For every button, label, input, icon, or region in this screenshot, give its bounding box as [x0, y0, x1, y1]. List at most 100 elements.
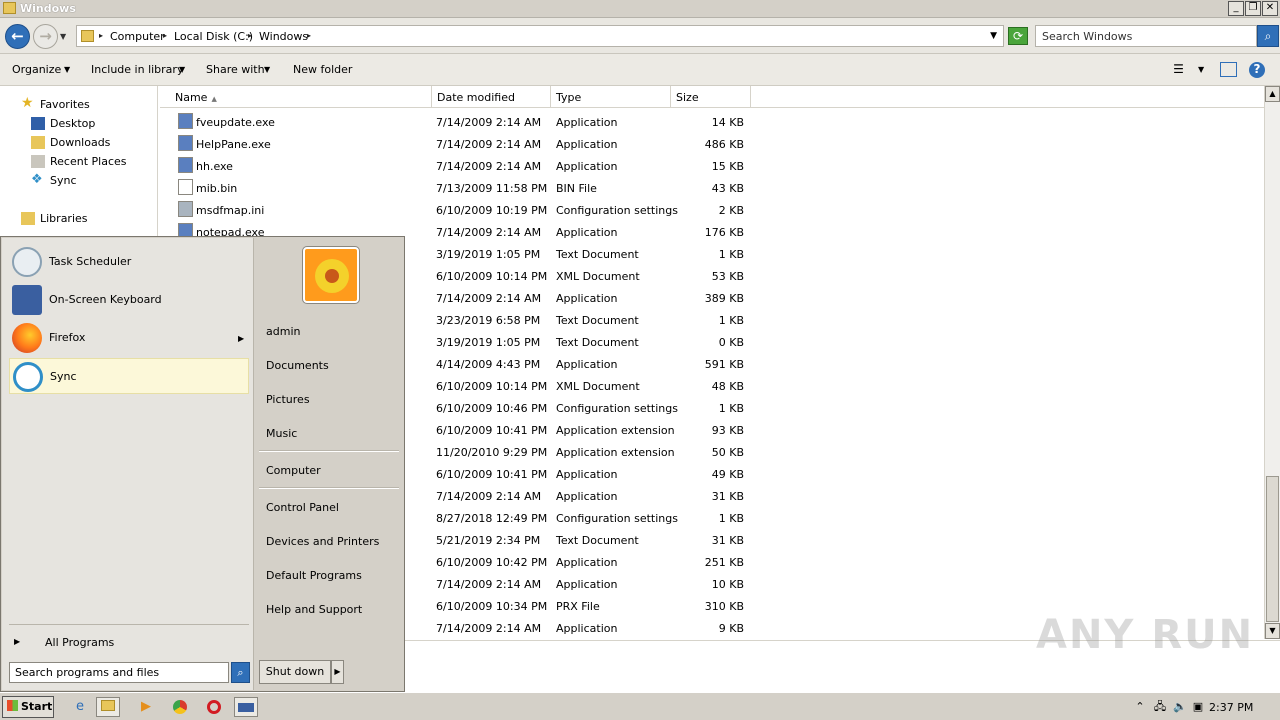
column-type[interactable]: Type: [551, 86, 671, 108]
window-title: Windows: [20, 2, 76, 15]
taskbar: Start e ▶ ⌃ 🖧 🔈 ▣ 2:37 PM: [0, 692, 1280, 720]
nav-libraries[interactable]: Libraries: [40, 212, 88, 225]
nav-downloads[interactable]: Downloads: [50, 136, 110, 149]
file-type: Text Document: [556, 314, 639, 327]
shutdown-options-icon[interactable]: ▶: [331, 660, 344, 684]
address-path[interactable]: ▸ Computer ▸ Local Disk (C:) ▸ Windows ▸…: [76, 25, 1004, 47]
scroll-up-icon[interactable]: ▲: [1265, 86, 1280, 102]
close-button[interactable]: ✕: [1262, 1, 1278, 16]
program-task-scheduler[interactable]: Task Scheduler: [9, 244, 249, 280]
submenu-arrow-icon[interactable]: ▶: [238, 334, 244, 343]
file-row[interactable]: msdfmap.ini 6/10/2009 10:19 PM Configurati…: [160, 198, 760, 220]
chrome-logo: [173, 699, 187, 714]
shutdown-button[interactable]: Shut down: [259, 660, 331, 684]
show-hidden-icons-icon[interactable]: ⌃: [1132, 699, 1148, 715]
file-row[interactable]: hh.exe 7/14/2009 2:14 AM Application 15 KB: [160, 154, 760, 176]
scroll-thumb[interactable]: [1266, 476, 1279, 622]
internet-explorer-icon[interactable]: e: [68, 697, 92, 717]
column-date-label: Date modified: [437, 91, 515, 104]
scroll-down-icon[interactable]: ▼: [1265, 623, 1280, 639]
file-date: 6/10/2009 10:41 PM: [436, 468, 548, 481]
menu-item-music[interactable]: Music: [266, 427, 297, 440]
file-size: 486 KB: [704, 138, 744, 151]
file-row[interactable]: fveupdate.exe 7/14/2009 2:14 AM Applicatio…: [160, 110, 760, 132]
new-folder-button[interactable]: New folder: [293, 63, 352, 76]
clock-icon: [12, 247, 42, 277]
share-with-button[interactable]: Share with: [206, 63, 265, 76]
search-input[interactable]: Search Windows: [1035, 25, 1257, 47]
program-on-screen-keyboard[interactable]: On-Screen Keyboard: [9, 282, 249, 318]
on-screen-keyboard-taskbar-icon[interactable]: [234, 697, 258, 717]
organize-button[interactable]: Organize: [12, 63, 61, 76]
menu-item-pictures[interactable]: Pictures: [266, 393, 310, 406]
chevron-down-icon[interactable]: ▼: [990, 31, 997, 41]
file-type: Application: [556, 556, 618, 569]
forward-button[interactable]: →: [33, 24, 58, 49]
view-options-icon[interactable]: ☰: [1170, 62, 1187, 77]
file-date: 6/10/2009 10:14 PM: [436, 270, 548, 283]
menu-item-help-support[interactable]: Help and Support: [266, 603, 362, 616]
program-firefox[interactable]: Firefox: [9, 320, 249, 356]
preview-pane-icon[interactable]: [1220, 62, 1237, 77]
menu-item-computer[interactable]: Computer: [266, 464, 321, 477]
file-row[interactable]: HelpPane.exe 7/14/2009 2:14 AM Application…: [160, 132, 760, 154]
file-size: 49 KB: [711, 468, 744, 481]
file-row[interactable]: mib.bin 7/13/2009 11:58 PM BIN File 43 KB: [160, 176, 760, 198]
explorer-taskbar-icon[interactable]: [96, 697, 120, 717]
menu-item-control-panel[interactable]: Control Panel: [266, 501, 339, 514]
media-player-icon[interactable]: ▶: [134, 697, 158, 717]
nav-sync[interactable]: Sync: [50, 174, 77, 187]
column-date-modified[interactable]: Date modified: [432, 86, 551, 108]
breadcrumb-computer[interactable]: Computer: [110, 30, 165, 43]
file-name: msdfmap.ini: [196, 204, 265, 217]
help-icon[interactable]: ?: [1249, 62, 1265, 78]
nav-recent-places[interactable]: Recent Places: [50, 155, 127, 168]
restore-button[interactable]: ❐: [1245, 1, 1261, 16]
chrome-icon[interactable]: [168, 697, 192, 717]
menu-item-documents[interactable]: Documents: [266, 359, 329, 372]
notification-icon[interactable]: ▣: [1190, 699, 1206, 715]
libraries-icon: [21, 212, 35, 225]
breadcrumb-arrow-icon[interactable]: ▸: [99, 31, 103, 40]
clock[interactable]: 2:37 PM: [1209, 701, 1253, 714]
breadcrumb-local-disk[interactable]: Local Disk (C:): [174, 30, 253, 43]
file-type: Application: [556, 160, 618, 173]
breadcrumb-windows[interactable]: Windows: [259, 30, 308, 43]
minimize-button[interactable]: _: [1228, 1, 1244, 16]
breadcrumb-arrow-icon[interactable]: ▸: [163, 31, 167, 40]
breadcrumb-arrow-icon[interactable]: ▸: [307, 31, 311, 40]
network-icon[interactable]: 🖧: [1152, 699, 1168, 715]
refresh-icon[interactable]: ⟳: [1008, 27, 1028, 45]
sync-icon: ❖: [31, 172, 43, 187]
start-menu-programs: Task Scheduler On-Screen Keyboard Firefo…: [2, 238, 254, 690]
column-name[interactable]: Name ▲: [170, 86, 432, 108]
file-date: 6/10/2009 10:19 PM: [436, 204, 548, 217]
file-date: 3/23/2019 6:58 PM: [436, 314, 541, 327]
menu-item-devices-printers[interactable]: Devices and Printers: [266, 535, 379, 548]
nav-favorites[interactable]: Favorites: [40, 98, 90, 111]
search-icon[interactable]: ⌕: [231, 662, 250, 683]
file-size: 31 KB: [711, 534, 744, 547]
program-sync[interactable]: Sync: [9, 358, 249, 394]
search-icon[interactable]: ⌕: [1257, 25, 1279, 47]
user-avatar[interactable]: [303, 247, 359, 303]
vertical-scrollbar[interactable]: ▲ ▼: [1264, 86, 1280, 639]
chevron-down-icon[interactable]: ▼: [1198, 65, 1204, 74]
back-button[interactable]: ←: [5, 24, 30, 49]
column-size[interactable]: Size: [671, 86, 751, 108]
include-in-library-button[interactable]: Include in library: [91, 63, 183, 76]
recent-pages-icon[interactable]: ▼: [60, 32, 66, 41]
menu-item-admin[interactable]: admin: [266, 325, 300, 338]
file-size: 176 KB: [704, 226, 744, 239]
column-name-label: Name: [175, 91, 208, 104]
menu-item-default-programs[interactable]: Default Programs: [266, 569, 362, 582]
start-search-input[interactable]: Search programs and files: [9, 662, 229, 683]
opera-icon[interactable]: [202, 697, 226, 717]
all-programs-button[interactable]: ▶ All Programs: [12, 636, 242, 654]
divider: [259, 450, 399, 452]
volume-icon[interactable]: 🔈: [1172, 699, 1188, 715]
nav-desktop[interactable]: Desktop: [50, 117, 95, 130]
breadcrumb-arrow-icon[interactable]: ▸: [248, 31, 252, 40]
start-button[interactable]: Start: [2, 696, 54, 718]
recent-places-icon: [31, 155, 45, 168]
